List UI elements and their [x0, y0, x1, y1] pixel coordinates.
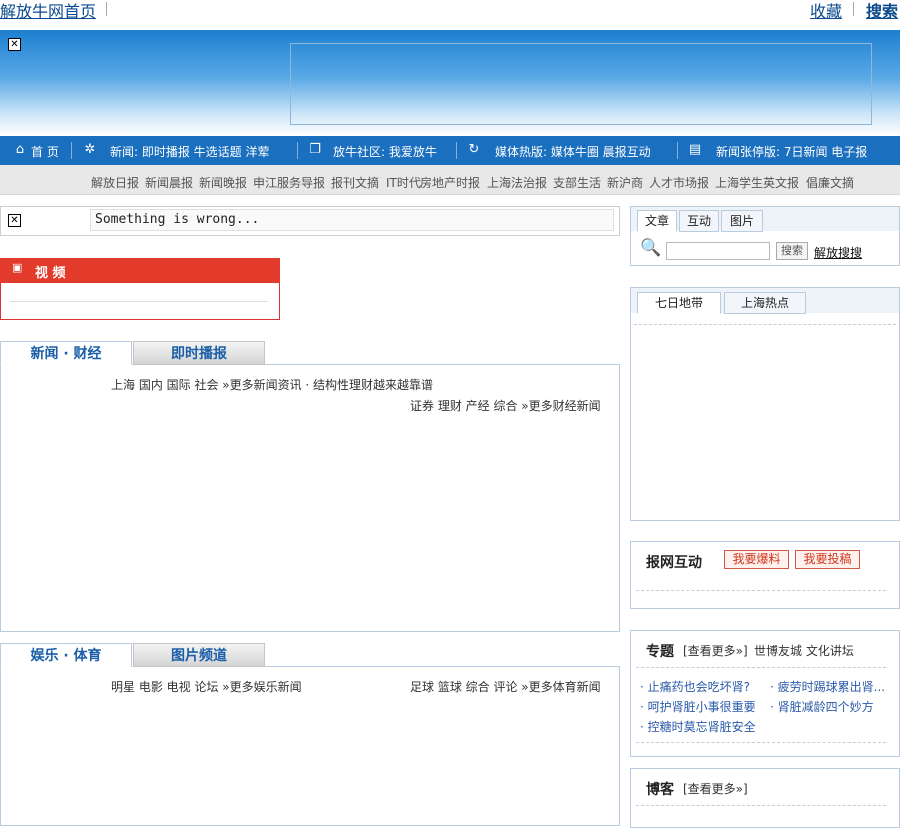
blog-title: 博客 [646, 782, 674, 798]
special-item[interactable]: · 控糖时莫忘肾脏安全 [640, 718, 756, 735]
special-item[interactable]: · 呵护肾脏小事很重要 [640, 698, 756, 715]
tab-picture[interactable]: 图片 [721, 210, 763, 232]
subnav-item[interactable]: 倡廉文摘 [806, 174, 854, 191]
subnav-item[interactable]: 新沪商 [607, 174, 643, 191]
gear-icon: ✲ [84, 142, 96, 157]
divider [106, 2, 107, 16]
tab-seven-day[interactable]: 七日地带 [637, 292, 721, 314]
tab-news-finance[interactable]: 新闻 · 财经 [0, 341, 132, 365]
error-message: Something is wrong... [90, 209, 614, 231]
subnav-item[interactable]: 上海学生英文报 [715, 174, 799, 191]
subnav-item[interactable]: 上海法治报 [487, 174, 547, 191]
favorite-link[interactable]: 收藏 [810, 0, 842, 22]
hot-panel [630, 287, 900, 521]
tab-live-report[interactable]: 即时播报 [133, 341, 265, 365]
divider [636, 805, 886, 806]
divider [71, 142, 72, 159]
community-icon: ❐ [309, 142, 321, 157]
divider [634, 324, 896, 325]
video-header: ▣ 视 频 [0, 258, 280, 283]
close-icon[interactable]: ✕ [8, 38, 21, 51]
tab-shanghai-hot[interactable]: 上海热点 [724, 292, 806, 314]
ent-links[interactable]: 明星 电影 电视 论坛 »更多娱乐新闻 [111, 678, 302, 695]
tab-interact[interactable]: 互动 [679, 210, 719, 232]
main-nav: ⌂ 首 页 ✲ 新闻: 即时播报 牛选话题 洋荤 ❐ 放牛社区: 我爱放牛 ↻ … [0, 136, 900, 165]
submit-button[interactable]: 我要投稿 [795, 550, 860, 569]
close-icon[interactable]: ✕ [8, 214, 21, 227]
nav-home[interactable]: 首 页 [31, 143, 59, 160]
nav-community[interactable]: 放牛社区: 我爱放牛 [333, 143, 437, 160]
paper-subnav: 解放日报 新闻晨报 新闻晚报 申江服务导报 报刊文摘 IT时代 房地产时报 上海… [0, 165, 900, 195]
nav-media[interactable]: 媒体热版: 媒体牛圈 晨报互动 [495, 143, 651, 160]
subnav-item[interactable]: 解放日报 [91, 174, 139, 191]
subnav-item[interactable]: IT时代 [386, 174, 421, 191]
news-links[interactable]: 上海 国内 国际 社会 »更多新闻资讯 · 结构性理财越来越靠谱 [111, 376, 433, 393]
refresh-icon: ↻ [468, 142, 480, 157]
newspaper-icon: ▤ [688, 142, 702, 157]
search-input[interactable] [666, 242, 770, 260]
tab-ent-sports[interactable]: 娱乐 · 体育 [0, 643, 132, 667]
subnav-item[interactable]: 报刊文摘 [331, 174, 379, 191]
video-title[interactable]: 视 频 [35, 262, 66, 281]
report-button[interactable]: 我要爆料 [724, 550, 789, 569]
divider [456, 142, 457, 159]
interact-title: 报网互动 [646, 555, 702, 571]
nav-news[interactable]: 新闻: 即时播报 牛选话题 洋荤 [110, 143, 270, 160]
divider [636, 590, 886, 591]
special-extra-links[interactable]: 世博友城 文化讲坛 [754, 642, 854, 659]
special-item[interactable]: · 疲劳时踢球累出肾... [770, 678, 892, 695]
divider [10, 301, 268, 302]
search-button[interactable]: 搜索 [776, 242, 808, 260]
divider [853, 2, 854, 16]
subnav-item[interactable]: 房地产时报 [420, 174, 480, 191]
sports-links[interactable]: 足球 篮球 综合 评论 »更多体育新闻 [410, 678, 601, 695]
tab-article[interactable]: 文章 [637, 210, 677, 232]
special-item[interactable]: · 肾脏减龄四个妙方 [770, 698, 874, 715]
special-more-link[interactable]: [查看更多»] [683, 642, 748, 659]
home-link[interactable]: 解放牛网首页 [0, 0, 96, 22]
special-title: 专题 [646, 644, 674, 660]
top-bar: 解放牛网首页 收藏 搜索 [0, 0, 900, 30]
subnav-item[interactable]: 人才市场报 [649, 174, 709, 191]
magnifier-icon: 🔍 [640, 238, 662, 258]
ad-frame [290, 43, 872, 125]
subnav-item[interactable]: 申江服务导报 [253, 174, 325, 191]
jiefang-search-link[interactable]: 解放搜搜 [814, 244, 862, 261]
divider [677, 142, 678, 159]
home-icon: ⌂ [15, 142, 25, 157]
tab-photo-channel[interactable]: 图片频道 [133, 643, 265, 667]
divider [297, 142, 298, 159]
blog-more-link[interactable]: [查看更多»] [683, 780, 748, 797]
search-link[interactable]: 搜索 [866, 0, 898, 22]
divider [636, 667, 886, 668]
video-icon: ▣ [12, 261, 23, 274]
special-item[interactable]: · 止痛药也会吃坏肾? [640, 678, 750, 695]
subnav-item[interactable]: 支部生活 [553, 174, 601, 191]
finance-links[interactable]: 证券 理财 产经 综合 »更多财经新闻 [410, 397, 601, 414]
nav-paper[interactable]: 新闻张停版: 7日新闻 电子报 [716, 143, 867, 160]
divider [636, 742, 886, 743]
subnav-item[interactable]: 新闻晨报 [145, 174, 193, 191]
subnav-item[interactable]: 新闻晚报 [199, 174, 247, 191]
